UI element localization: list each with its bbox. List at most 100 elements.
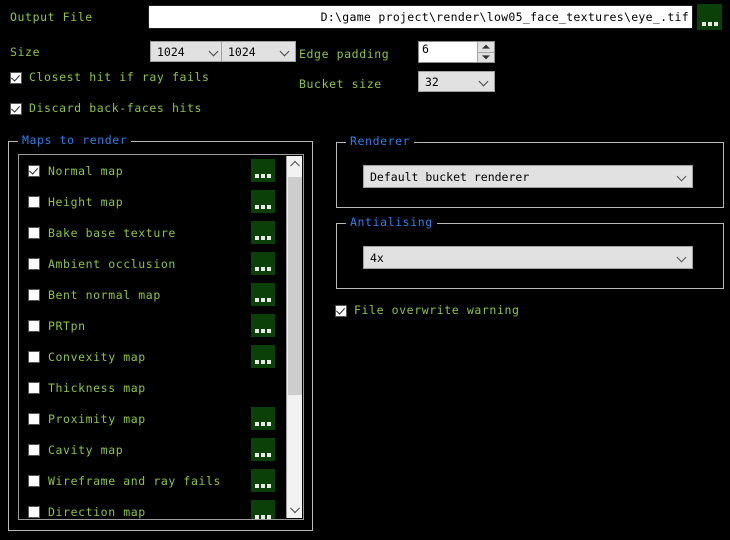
maps-list-row: Height map	[19, 186, 287, 217]
file-overwrite-warning-checkbox[interactable]: File overwrite warning	[335, 305, 520, 317]
discard-backfaces-label: Discard back-faces hits	[29, 101, 203, 116]
maps-list-scrollbar[interactable]	[286, 156, 302, 518]
size-height-select[interactable]: 1024	[221, 41, 296, 62]
antialiasing-legend: Antialising	[346, 216, 437, 229]
file-overwrite-warning-label: File overwrite warning	[354, 303, 520, 318]
antialiasing-group: Antialising 4x	[336, 216, 724, 289]
ellipsis-icon	[255, 298, 271, 302]
ellipsis-icon	[255, 205, 271, 209]
map-label: Height map	[48, 194, 124, 209]
maps-list: Normal map Height map Bake base texture Amb…	[18, 154, 304, 520]
maps-list-row: PRTpn	[19, 310, 287, 341]
map-settings-button[interactable]	[251, 159, 275, 182]
map-label: Bake base texture	[48, 225, 176, 240]
edge-padding-value[interactable]: 6	[419, 42, 477, 62]
map-label: Ambient occlusion	[48, 256, 176, 271]
renderer-select[interactable]: Default bucket renderer	[363, 165, 693, 188]
map-checkbox[interactable]: Wireframe and ray fails	[28, 474, 221, 488]
output-file-browse-button[interactable]	[697, 4, 722, 30]
triangle-down-icon	[482, 55, 490, 60]
closest-hit-checkbox[interactable]: Closest hit if ray fails	[10, 72, 210, 84]
scroll-down-icon[interactable]	[287, 502, 302, 518]
map-checkbox[interactable]: Ambient occlusion	[28, 257, 176, 271]
chevron-down-icon	[280, 46, 291, 57]
scroll-up-icon[interactable]	[287, 156, 302, 172]
ellipsis-icon	[255, 515, 271, 519]
maps-list-row: Ambient occlusion	[19, 248, 287, 279]
maps-list-row: Thickness map	[19, 372, 287, 403]
renderer-group: Renderer Default bucket renderer	[336, 135, 724, 208]
spin-down-button[interactable]	[478, 51, 494, 62]
bucket-size-select[interactable]: 32	[418, 71, 495, 92]
size-width-value: 1024	[157, 44, 185, 59]
map-settings-button[interactable]	[251, 221, 275, 244]
map-label: Proximity map	[48, 411, 146, 426]
checkbox-icon	[28, 474, 40, 487]
discard-backfaces-checkbox[interactable]: Discard back-faces hits	[10, 103, 202, 115]
chevron-down-icon	[209, 46, 220, 57]
map-settings-button[interactable]	[251, 283, 275, 306]
edge-padding-stepper[interactable]: 6	[418, 41, 495, 63]
map-label: PRTpn	[48, 318, 86, 333]
output-file-label: Output File	[10, 10, 93, 24]
ellipsis-icon	[255, 329, 271, 333]
map-label: Convexity map	[48, 349, 146, 364]
scrollbar-thumb[interactable]	[288, 177, 302, 395]
maps-list-rows: Normal map Height map Bake base texture Amb…	[19, 155, 287, 519]
renderer-value: Default bucket renderer	[370, 169, 530, 184]
maps-list-row: Bent normal map	[19, 279, 287, 310]
map-settings-button[interactable]	[251, 345, 275, 368]
map-checkbox[interactable]: Proximity map	[28, 412, 146, 426]
checkbox-icon	[28, 381, 40, 394]
checkbox-icon	[10, 72, 22, 84]
map-checkbox[interactable]: Thickness map	[28, 381, 146, 395]
map-settings-button[interactable]	[251, 190, 275, 213]
map-settings-button[interactable]	[251, 438, 275, 461]
ellipsis-icon	[255, 174, 271, 178]
ellipsis-icon	[255, 360, 271, 364]
map-settings-button[interactable]	[251, 407, 275, 430]
map-checkbox[interactable]: Bent normal map	[28, 288, 161, 302]
checkbox-icon	[28, 319, 40, 332]
map-checkbox[interactable]: PRTpn	[28, 319, 86, 333]
map-checkbox[interactable]: Convexity map	[28, 350, 146, 364]
checkbox-icon	[335, 305, 347, 317]
spin-up-button[interactable]	[478, 42, 494, 52]
maps-list-row: Proximity map	[19, 403, 287, 434]
map-label: Thickness map	[48, 380, 146, 395]
map-checkbox[interactable]: Bake base texture	[28, 226, 176, 240]
edge-padding-spin-buttons[interactable]	[477, 42, 494, 62]
map-settings-button[interactable]	[251, 469, 275, 492]
maps-to-render-legend: Maps to render	[18, 134, 132, 147]
output-file-value: D:\game project\render\low05_face_textur…	[320, 10, 689, 24]
ellipsis-icon	[255, 453, 271, 457]
map-checkbox[interactable]: Direction map	[28, 505, 146, 519]
size-width-select[interactable]: 1024	[150, 41, 225, 62]
map-label: Normal map	[48, 163, 124, 178]
maps-list-row: Bake base texture	[19, 217, 287, 248]
checkbox-icon	[28, 226, 40, 239]
map-label: Bent normal map	[48, 287, 161, 302]
renderer-legend: Renderer	[346, 135, 415, 148]
checkbox-icon	[28, 505, 40, 518]
map-checkbox[interactable]: Cavity map	[28, 443, 123, 457]
map-label: Direction map	[48, 504, 146, 519]
map-settings-button[interactable]	[251, 314, 275, 337]
ellipsis-icon	[255, 236, 271, 240]
antialiasing-value: 4x	[370, 250, 384, 265]
antialiasing-select[interactable]: 4x	[363, 246, 693, 269]
size-label: Size	[10, 45, 41, 59]
checkbox-icon	[28, 164, 40, 177]
map-checkbox[interactable]: Normal map	[28, 164, 123, 178]
chevron-down-icon	[677, 171, 688, 182]
triangle-up-icon	[482, 44, 490, 49]
map-settings-button[interactable]	[251, 500, 275, 519]
map-settings-button[interactable]	[251, 252, 275, 275]
checkbox-icon	[28, 195, 40, 208]
render-settings-panel: Output File D:\game project\render\low05…	[0, 0, 730, 540]
output-file-input[interactable]: D:\game project\render\low05_face_textur…	[148, 5, 693, 29]
checkbox-icon	[10, 103, 22, 115]
ellipsis-icon	[701, 22, 718, 26]
map-checkbox[interactable]: Height map	[28, 195, 123, 209]
checkbox-icon	[28, 288, 40, 301]
